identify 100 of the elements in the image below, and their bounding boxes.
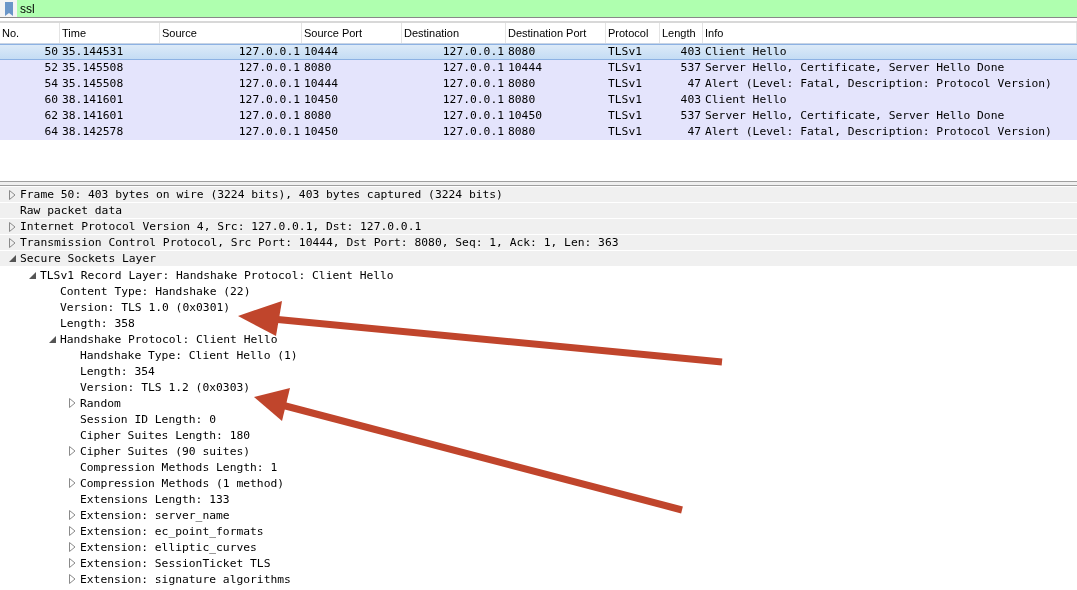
column-header[interactable]: Source	[160, 23, 302, 43]
column-header[interactable]: Destination Port	[506, 23, 606, 43]
table-cell-text: 127.0.0.1	[237, 44, 301, 60]
table-cell-text: 60	[43, 92, 59, 108]
table-cell-text: Client Hello	[704, 92, 788, 108]
tree-item[interactable]: Extensions Length: 133	[80, 491, 230, 507]
table-cell-text: 127.0.0.1	[441, 44, 505, 60]
table-cell-text: Alert (Level: Fatal, Description: Protocol Version)	[704, 124, 1053, 140]
table-cell-text: 54	[43, 76, 59, 92]
table-cell-text: 537	[679, 60, 702, 76]
expanded-arrow-icon[interactable]	[8, 255, 16, 262]
bookmark-icon[interactable]	[4, 2, 14, 16]
collapsed-arrow-icon[interactable]	[68, 398, 76, 408]
packet-row[interactable]: 64 38.142578 127.0.0.1 10450 127.0.0.1 8080 TLSv1 47 Alert (Level: Fatal, Description: Protocol Version)	[0, 124, 1077, 140]
table-cell-text: 10450	[507, 108, 543, 124]
table-cell-text: 8080	[507, 92, 537, 108]
column-header[interactable]: Protocol	[606, 23, 660, 43]
tree-item[interactable]: Extension: SessionTicket TLS	[80, 555, 271, 571]
table-cell-text: 127.0.0.1	[441, 92, 505, 108]
collapsed-arrow-icon[interactable]	[68, 510, 76, 520]
tree-item[interactable]: Session ID Length: 0	[80, 411, 217, 427]
tree-item[interactable]: Handshake Protocol: Client Hello	[60, 331, 278, 347]
table-cell-text: 127.0.0.1	[441, 124, 505, 140]
table-cell-text: 127.0.0.1	[237, 92, 301, 108]
table-cell-text: 127.0.0.1	[441, 76, 505, 92]
packet-row[interactable]: 50 35.144531 127.0.0.1 10444 127.0.0.1 8080 TLSv1 403 Client Hello	[0, 44, 1077, 60]
table-cell-text: 52	[43, 60, 59, 76]
table-cell-text: 47	[686, 76, 702, 92]
table-cell-text: 38.141601	[61, 92, 125, 108]
table-cell-text: 403	[679, 92, 702, 108]
collapsed-arrow-icon[interactable]	[68, 446, 76, 456]
table-cell-text: 35.145508	[61, 76, 125, 92]
table-cell-text: 10450	[303, 124, 339, 140]
table-cell-text: 10444	[303, 44, 339, 60]
column-header[interactable]: Length	[660, 23, 703, 43]
tree-item[interactable]: Compression Methods (1 method)	[80, 475, 285, 491]
table-cell-text: 47	[686, 124, 702, 140]
table-cell-text: 127.0.0.1	[237, 60, 301, 76]
tree-item[interactable]: Content Type: Handshake (22)	[60, 283, 251, 299]
tree-item[interactable]: TLSv1 Record Layer: Handshake Protocol: Client Hello	[40, 267, 394, 283]
table-cell-text: Server Hello, Certificate, Server Hello Done	[704, 60, 1006, 76]
tree-item[interactable]: Compression Methods Length: 1	[80, 459, 278, 475]
table-cell-text: 35.145508	[61, 60, 125, 76]
table-cell-text: 537	[679, 108, 702, 124]
table-cell-text: 127.0.0.1	[237, 124, 301, 140]
column-header[interactable]: Destination	[402, 23, 506, 43]
collapsed-arrow-icon[interactable]	[8, 221, 16, 232]
table-cell-text: 127.0.0.1	[441, 60, 505, 76]
packet-row[interactable]: 60 38.141601 127.0.0.1 10450 127.0.0.1 8080 TLSv1 403 Client Hello	[0, 92, 1077, 108]
tree-item[interactable]: Version: TLS 1.0 (0x0301)	[60, 299, 231, 315]
table-cell-text: 35.144531	[61, 44, 125, 60]
collapsed-arrow-icon[interactable]	[8, 189, 16, 200]
collapsed-arrow-icon[interactable]	[68, 478, 76, 488]
tree-item[interactable]: Length: 354	[80, 363, 155, 379]
tree-item[interactable]: Cipher Suites Length: 180	[80, 427, 251, 443]
packet-row[interactable]: 54 35.145508 127.0.0.1 10444 127.0.0.1 8080 TLSv1 47 Alert (Level: Fatal, Description: Protocol Version)	[0, 76, 1077, 92]
expanded-arrow-icon[interactable]	[28, 271, 36, 279]
table-cell-text: 64	[43, 124, 59, 140]
packet-row[interactable]: 52 35.145508 127.0.0.1 8080 127.0.0.1 10444 TLSv1 537 Server Hello, Certificate, Server Hello Done	[0, 60, 1077, 76]
display-filter-field[interactable]: ssl	[17, 0, 1077, 17]
tree-item[interactable]: Version: TLS 1.2 (0x0303)	[80, 379, 251, 395]
table-cell-text: 10444	[303, 76, 339, 92]
table-cell-text: Server Hello, Certificate, Server Hello Done	[704, 108, 1006, 124]
table-cell-text: TLSv1	[607, 76, 643, 92]
table-cell-text: TLSv1	[607, 108, 643, 124]
tree-item[interactable]: Length: 358	[60, 315, 135, 331]
table-cell-text: TLSv1	[607, 92, 643, 108]
column-header[interactable]: Time	[60, 23, 160, 43]
column-header[interactable]: No.	[0, 23, 60, 43]
tree-item[interactable]: Secure Sockets Layer	[20, 251, 157, 266]
column-header[interactable]: Info	[703, 23, 1077, 43]
tree-item[interactable]: Raw packet data	[20, 203, 123, 218]
table-cell-text: 403	[679, 44, 702, 60]
collapsed-arrow-icon[interactable]	[68, 558, 76, 568]
collapsed-arrow-icon[interactable]	[8, 237, 16, 248]
table-cell-text: 127.0.0.1	[441, 108, 505, 124]
table-cell-text: 8080	[507, 76, 537, 92]
table-cell-text: 8080	[507, 44, 537, 60]
table-cell-text: 127.0.0.1	[237, 76, 301, 92]
expanded-arrow-icon[interactable]	[48, 335, 56, 343]
table-cell-text: TLSv1	[607, 124, 643, 140]
packet-row[interactable]: 62 38.141601 127.0.0.1 8080 127.0.0.1 10450 TLSv1 537 Server Hello, Certificate, Server Hello Done	[0, 108, 1077, 124]
table-cell-text: 50	[43, 44, 59, 60]
table-cell-text: 38.141601	[61, 108, 125, 124]
table-cell-text: 10450	[303, 92, 339, 108]
tree-item[interactable]: Cipher Suites (90 suites)	[80, 443, 251, 459]
tree-item[interactable]: Extension: server_name	[80, 507, 230, 523]
table-cell-text: 10444	[507, 60, 543, 76]
tree-item[interactable]: Extension: elliptic_curves	[80, 539, 257, 555]
collapsed-arrow-icon[interactable]	[68, 574, 76, 584]
tree-item[interactable]: Handshake Type: Client Hello (1)	[80, 347, 298, 363]
table-cell-text: 127.0.0.1	[237, 108, 301, 124]
collapsed-arrow-icon[interactable]	[68, 526, 76, 536]
column-header[interactable]: Source Port	[302, 23, 402, 43]
tree-item[interactable]: Extension: signature algorithms	[80, 571, 291, 587]
table-cell-text: TLSv1	[607, 44, 643, 60]
tree-item[interactable]: Random	[80, 395, 121, 411]
tree-item[interactable]: Extension: ec_point_formats	[80, 523, 264, 539]
collapsed-arrow-icon[interactable]	[68, 542, 76, 552]
table-cell-text: Alert (Level: Fatal, Description: Protocol Version)	[704, 76, 1053, 92]
